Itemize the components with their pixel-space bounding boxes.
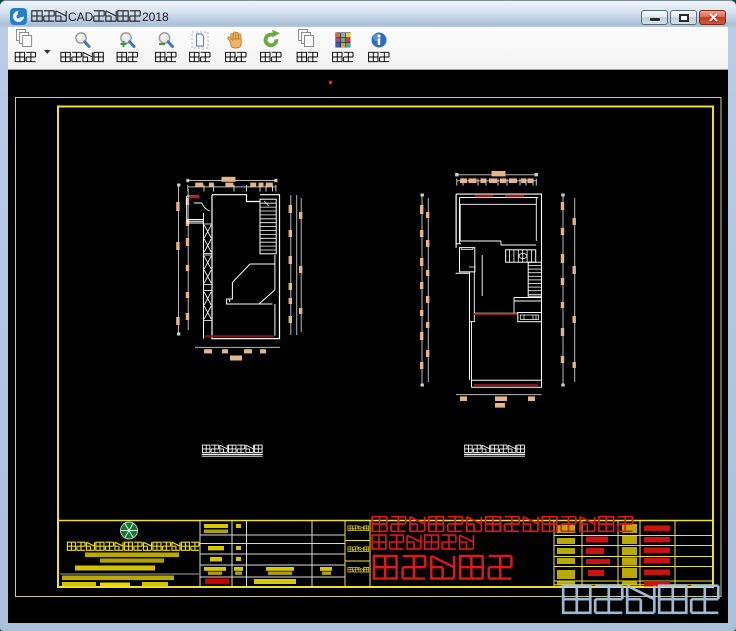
svg-text:CAD: CAD: [68, 10, 94, 24]
svg-text:2018: 2018: [142, 10, 169, 24]
